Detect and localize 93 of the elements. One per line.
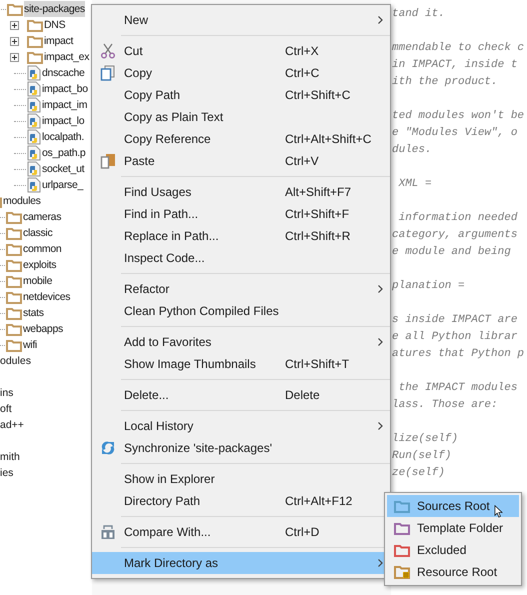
tree-item[interactable]: netdevices	[23, 289, 70, 305]
code-line: lize(self)	[392, 433, 458, 445]
code-line: ith the product.	[392, 76, 498, 88]
menu-item[interactable]: Refactor	[92, 278, 390, 300]
folder-icon	[6, 258, 22, 272]
code-line: XML =	[398, 178, 432, 190]
folder-icon	[27, 50, 43, 64]
folder-icon	[6, 338, 22, 352]
tree-item[interactable]: site-packages	[24, 1, 85, 17]
code-line: planation =	[392, 280, 465, 292]
copy-icon	[100, 65, 116, 81]
tree-item[interactable]: stats	[23, 305, 44, 321]
tree-item[interactable]: DNS	[44, 17, 66, 33]
folder-icon	[6, 306, 22, 320]
paste-icon	[100, 153, 116, 169]
tree-item[interactable]: webapps	[23, 321, 63, 337]
tree-item[interactable]: impact_lo	[42, 113, 84, 129]
menu-item[interactable]: New	[92, 9, 390, 31]
code-line: Run(self)	[392, 450, 452, 462]
code-line: in IMPACT, inside t	[392, 59, 518, 71]
tree-item[interactable]: socket_ut	[42, 161, 84, 177]
compare-icon	[100, 524, 116, 540]
tree-item[interactable]: oft	[0, 401, 12, 417]
code-line: e all Python librar	[392, 331, 518, 343]
menu-item[interactable]: Copy Reference Ctrl+Alt+Shift+C	[92, 128, 390, 150]
folder-icon	[6, 242, 22, 256]
code-line: ted modules won't be	[392, 110, 524, 122]
menu-item[interactable]: Resource Root	[387, 561, 519, 583]
tree-item[interactable]: urlparse_	[42, 177, 84, 193]
menu-item[interactable]: Copy as Plain Text	[92, 106, 390, 128]
tree-item[interactable]: impact	[44, 33, 74, 49]
tree-item[interactable]: ies	[0, 465, 14, 481]
tree-item[interactable]: mobile	[23, 273, 52, 289]
tree-item[interactable]: cameras	[23, 209, 62, 225]
menu-item[interactable]: Find in Path... Ctrl+Shift+F	[92, 203, 390, 225]
tree-item[interactable]: exploits	[23, 257, 56, 273]
menu-item[interactable]: Sources Root	[387, 495, 519, 517]
folder-icon	[7, 2, 23, 16]
menu-item[interactable]: Excluded	[387, 539, 519, 561]
tree-item[interactable]: classic	[23, 225, 52, 241]
expand-toggle[interactable]	[10, 52, 19, 62]
menu-item[interactable]: Replace in Path... Ctrl+Shift+R	[92, 225, 390, 247]
scissors-icon	[100, 43, 116, 59]
tree-item[interactable]: dnscache	[42, 65, 85, 81]
code-line: ze(self)	[392, 467, 445, 479]
menu-item[interactable]: Template Folder	[387, 517, 519, 539]
tree-item[interactable]: modules	[3, 193, 41, 209]
folder-icon	[6, 290, 22, 304]
menu-item[interactable]: Show in Explorer	[92, 468, 390, 490]
code-line: category, arguments	[392, 229, 518, 241]
code-line: e "Modules View", o	[392, 127, 518, 139]
code-line: dules.	[392, 144, 432, 156]
folder-icon	[6, 322, 22, 336]
sync-icon	[100, 440, 116, 456]
menu-item[interactable]: Inspect Code...	[92, 247, 390, 269]
expand-toggle[interactable]	[10, 20, 19, 30]
menu-item[interactable]: Synchronize 'site-packages'	[92, 437, 390, 459]
tree-item[interactable]: common	[23, 241, 62, 257]
menu-item[interactable]: Local History	[92, 415, 390, 437]
menu-item[interactable]: Paste Ctrl+V	[92, 150, 390, 172]
code-line: mmendable to check c	[392, 42, 524, 54]
tree-item[interactable]: impact_im	[42, 97, 88, 113]
tree-item[interactable]: ad++	[0, 417, 24, 433]
tree-item[interactable]: wifi	[23, 337, 37, 353]
folder-icon	[27, 18, 43, 32]
tree-item[interactable]: os_path.p	[42, 145, 86, 161]
code-line: atures that Python p	[392, 348, 524, 360]
tree-item[interactable]: localpath.	[42, 129, 84, 145]
folder-icon	[6, 210, 22, 224]
folder-icon	[27, 34, 43, 48]
tree-item[interactable]: impact_ex	[44, 49, 90, 65]
tree-item[interactable]: mith	[0, 449, 20, 465]
code-line: e module and being	[392, 246, 511, 258]
menu-item[interactable]: Find Usages Alt+Shift+F7	[92, 181, 390, 203]
menu-item[interactable]: Clean Python Compiled Files	[92, 300, 390, 322]
menu-item[interactable]: Delete... Delete	[92, 384, 390, 406]
code-line: lass. Those are:	[392, 399, 498, 411]
code-line: tand it.	[392, 8, 445, 20]
code-line: information needed	[398, 212, 518, 224]
cursor-icon	[494, 505, 503, 518]
code-line: the IMPACT modules	[398, 382, 518, 394]
menu-item[interactable]: Copy Ctrl+C	[92, 62, 390, 84]
menu-item[interactable]: Copy Path Ctrl+Shift+C	[92, 84, 390, 106]
menu-item[interactable]: Cut Ctrl+X	[92, 40, 390, 62]
folder-icon	[6, 274, 22, 288]
expand-toggle[interactable]	[10, 36, 19, 46]
tree-item[interactable]: ins	[0, 385, 14, 401]
folder-icon	[6, 226, 22, 240]
menu-item[interactable]: Show Image Thumbnails Ctrl+Shift+T	[92, 353, 390, 375]
tree-item[interactable]: odules	[0, 353, 31, 369]
tree-item[interactable]: impact_bo	[42, 81, 88, 97]
code-line: s inside IMPACT are	[392, 314, 518, 326]
menu-item[interactable]: Add to Favorites	[92, 331, 390, 353]
